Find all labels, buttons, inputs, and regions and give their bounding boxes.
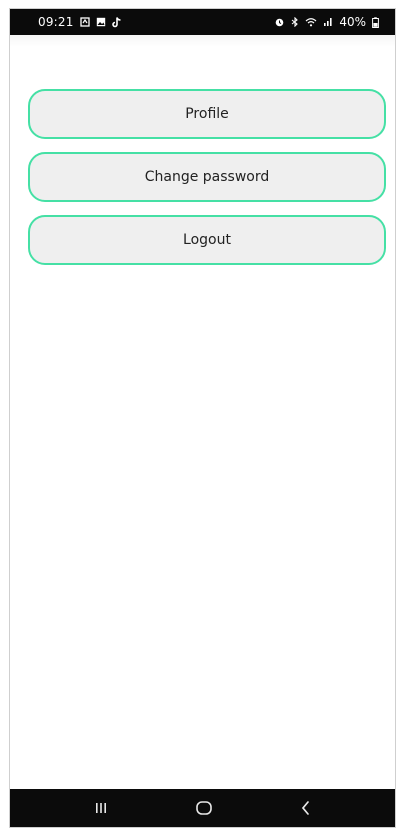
bluetooth-icon xyxy=(291,17,299,27)
tiktok-icon xyxy=(111,16,122,28)
app-bar-shadow xyxy=(10,35,395,47)
settings-menu: Profile Change password Logout xyxy=(28,89,386,278)
status-left: 09:21 xyxy=(38,15,122,29)
battery-icon xyxy=(372,16,379,28)
profile-button[interactable]: Profile xyxy=(28,89,386,139)
signal-icon xyxy=(323,17,333,27)
change-password-button[interactable]: Change password xyxy=(28,152,386,202)
home-icon[interactable] xyxy=(195,800,213,816)
wifi-icon xyxy=(305,17,317,27)
status-bar: 09:21 40% xyxy=(10,9,395,35)
logout-button[interactable]: Logout xyxy=(28,215,386,265)
battery-percent: 40% xyxy=(339,15,366,29)
back-icon[interactable] xyxy=(300,800,312,816)
image-icon xyxy=(96,17,106,27)
recent-apps-icon[interactable] xyxy=(94,801,108,815)
alarm-icon xyxy=(274,17,285,27)
device-screen: 09:21 40% Profile Change password Logout xyxy=(9,8,396,828)
notification-icon xyxy=(79,17,90,27)
navigation-bar xyxy=(10,789,395,827)
status-time: 09:21 xyxy=(38,15,74,29)
status-right: 40% xyxy=(274,15,379,29)
